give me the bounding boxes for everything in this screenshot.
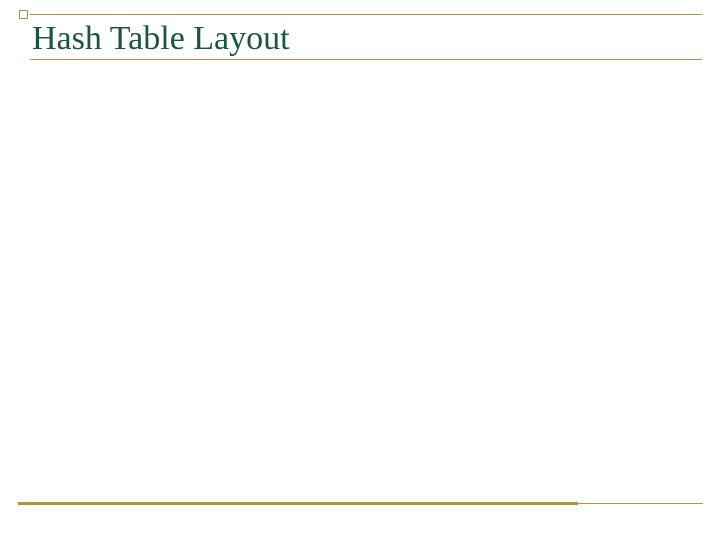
page-title: Hash Table Layout [32, 20, 290, 58]
title-rule-top [30, 14, 702, 15]
title-rule-bottom [30, 59, 702, 60]
footer-rule-thin [578, 503, 703, 504]
footer-rule-thick [18, 502, 578, 505]
title-marker-square [19, 10, 28, 19]
slide: Hash Table Layout [0, 0, 720, 540]
